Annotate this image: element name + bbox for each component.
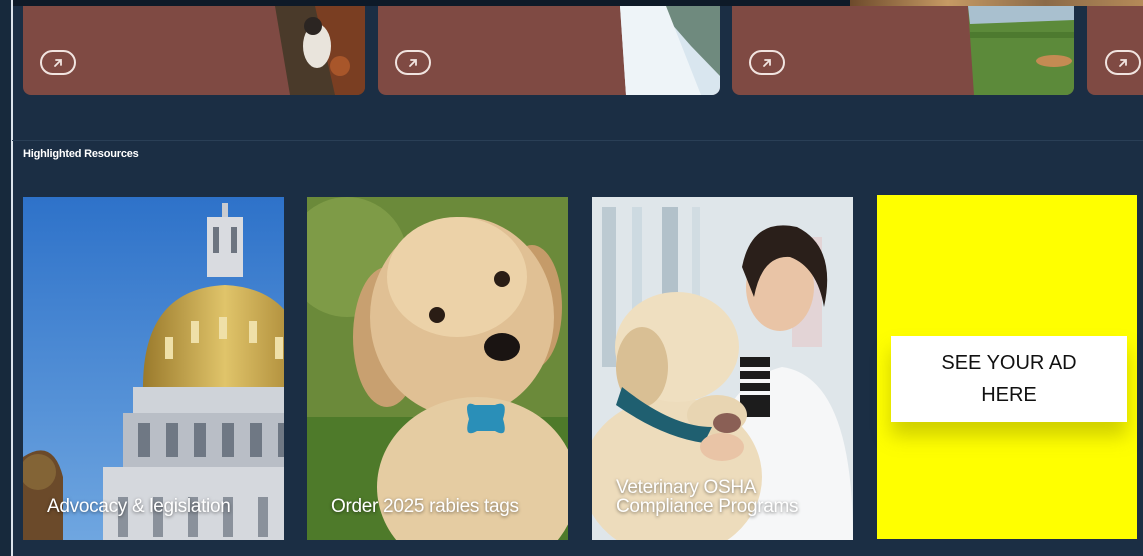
featured-card-4[interactable] <box>1087 6 1143 95</box>
card-link-button[interactable] <box>395 50 431 75</box>
section-divider <box>12 140 1143 141</box>
resource-card-advocacy[interactable]: Advocacy & legislation <box>23 197 284 540</box>
card-link-button[interactable] <box>40 50 76 75</box>
featured-card-2[interactable] <box>378 6 720 95</box>
resource-card-label: Order 2025 rabies tags <box>331 496 519 517</box>
section-title: Highlighted Resources <box>23 148 139 160</box>
arrow-up-right-icon <box>1119 58 1127 67</box>
card-photo-field <box>968 6 1074 95</box>
arrow-up-right-icon <box>409 58 417 67</box>
capitol-dome-image <box>23 197 284 540</box>
puppy-image <box>307 197 568 540</box>
card-link-button[interactable] <box>1105 50 1141 75</box>
featured-card-1[interactable] <box>23 6 365 95</box>
resource-card-label: Advocacy & legislation <box>47 496 231 517</box>
resource-card-rabies-tags[interactable]: Order 2025 rabies tags <box>307 197 568 540</box>
card-photo-snow <box>620 6 720 95</box>
featured-card-3[interactable] <box>732 6 1074 95</box>
window-left-edge <box>0 0 13 556</box>
ad-text-box: SEE YOUR AD HERE <box>891 336 1127 422</box>
card-photo-dog <box>275 6 365 95</box>
ad-placeholder[interactable]: SEE YOUR AD HERE <box>877 195 1137 539</box>
arrow-up-right-icon <box>54 58 62 67</box>
resource-card-osha[interactable]: Veterinary OSHA Compliance Programs <box>592 197 853 540</box>
resource-card-label: Veterinary OSHA Compliance Programs <box>616 477 799 517</box>
ad-text: SEE YOUR AD HERE <box>941 352 1077 406</box>
arrow-up-right-icon <box>763 58 771 67</box>
card-link-button[interactable] <box>749 50 785 75</box>
